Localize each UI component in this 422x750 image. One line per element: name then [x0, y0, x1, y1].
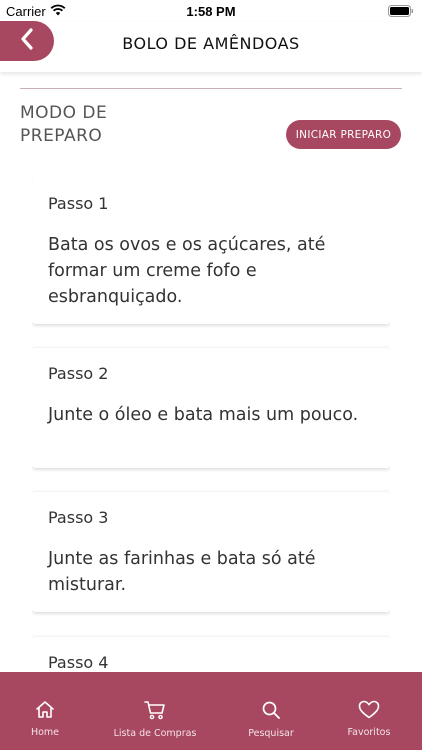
- tab-search[interactable]: Pesquisar: [241, 672, 301, 750]
- tab-favorites[interactable]: Favoritos: [339, 672, 399, 750]
- tab-home[interactable]: Home: [15, 672, 75, 750]
- page-title: BOLO DE AMÊNDOAS: [122, 34, 300, 53]
- status-time: 1:58 PM: [186, 4, 236, 19]
- tab-label: Home: [30, 727, 60, 738]
- status-bar: Carrier 1:58 PM: [0, 0, 422, 22]
- heart-icon: [358, 672, 380, 723]
- step-text: Junte as farinhas e bata só até misturar…: [48, 549, 316, 595]
- battery-icon: [388, 5, 414, 20]
- header: BOLO DE AMÊNDOAS: [0, 21, 422, 72]
- step-label: Passo 3: [48, 508, 109, 527]
- tab-label: Pesquisar: [248, 728, 294, 739]
- cart-icon: [144, 672, 166, 724]
- tab-shopping-list[interactable]: Lista de Compras: [105, 672, 205, 750]
- tab-label: Lista de Compras: [113, 728, 197, 739]
- step-label: Passo 2: [48, 364, 109, 383]
- home-icon: [35, 672, 55, 723]
- steps-list[interactable]: Passo 1 Bata os ovos e os açúcares, até …: [32, 178, 390, 672]
- start-preparation-button[interactable]: INICIAR PREPARO: [286, 120, 401, 149]
- step-card: Passo 4: [32, 637, 390, 672]
- section-divider: [20, 88, 402, 89]
- search-icon: [261, 672, 281, 724]
- step-text: Bata os ovos e os açúcares, até formar u…: [48, 235, 326, 307]
- step-card: Passo 1 Bata os ovos e os açúcares, até …: [32, 178, 390, 324]
- step-text: Junte o óleo e bata mais um pouco.: [48, 405, 359, 425]
- step-label: Passo 1: [48, 194, 109, 213]
- tab-bar: Home Lista de Compras Pesquisar Favorito…: [0, 672, 422, 750]
- step-card: Passo 3 Junte as farinhas e bata só até …: [32, 492, 390, 612]
- step-card: Passo 2 Junte o óleo e bata mais um pouc…: [32, 348, 390, 468]
- tab-label: Favoritos: [347, 727, 391, 738]
- step-label: Passo 4: [48, 653, 109, 672]
- section-title: MODO DE PREPARO: [20, 103, 108, 146]
